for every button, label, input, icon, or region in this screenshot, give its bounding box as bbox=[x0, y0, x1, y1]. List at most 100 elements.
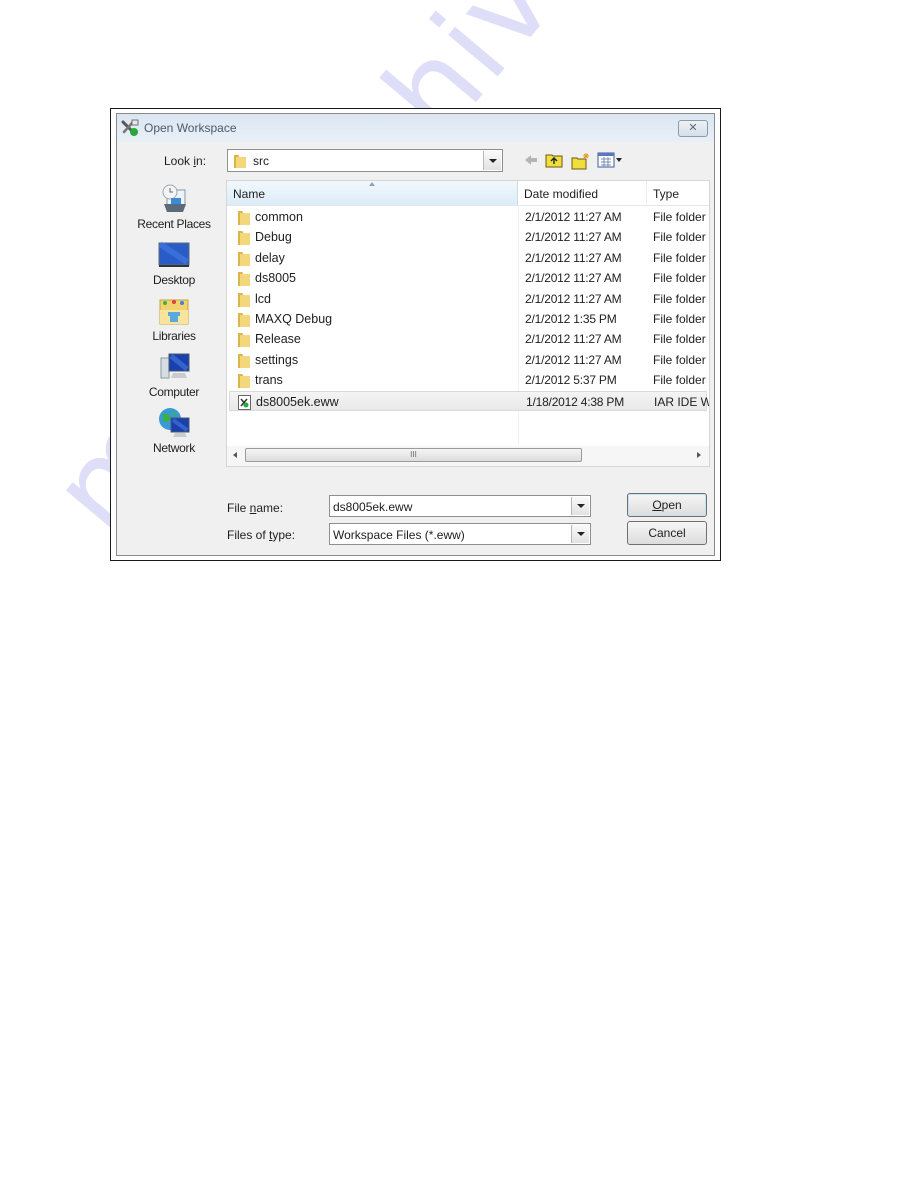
chevron-down-icon bbox=[488, 158, 497, 163]
horizontal-scrollbar[interactable]: III bbox=[227, 446, 709, 466]
file-row[interactable]: ds8005ek.eww 1/18/2012 4:38 PM IAR IDE W bbox=[229, 390, 710, 413]
place-label: Desktop bbox=[153, 273, 195, 287]
file-name-value: ds8005ek.eww bbox=[333, 500, 413, 514]
type-cell: File folder bbox=[653, 250, 706, 265]
folder-icon bbox=[237, 292, 251, 311]
network-icon bbox=[157, 406, 191, 440]
back-arrow-icon[interactable] bbox=[523, 152, 539, 173]
close-button[interactable]: ✕ bbox=[678, 120, 708, 137]
file-name-cell: MAXQ Debug bbox=[255, 312, 333, 326]
file-row[interactable]: MAXQ Debug 2/1/2012 1:35 PM File folder bbox=[229, 309, 707, 329]
iar-workspace-icon bbox=[121, 119, 141, 137]
file-name-cell: settings bbox=[255, 352, 299, 367]
file-row[interactable]: Release 2/1/2012 11:27 AM File folder bbox=[229, 329, 707, 349]
file-row[interactable]: delay 2/1/2012 11:27 AM File folder bbox=[229, 248, 707, 268]
folder-icon bbox=[237, 373, 251, 392]
folder-icon bbox=[237, 251, 251, 270]
file-type-label: Files of type: bbox=[227, 528, 296, 542]
recent-places-icon bbox=[157, 182, 191, 216]
file-name-dropdown-button[interactable] bbox=[571, 497, 589, 515]
desktop-icon bbox=[157, 238, 191, 272]
column-header-type[interactable]: Type bbox=[647, 181, 709, 205]
date-modified-cell: 2/1/2012 11:27 AM bbox=[525, 352, 622, 367]
sort-ascending-icon bbox=[369, 182, 375, 186]
file-name-cell: ds8005ek.eww bbox=[256, 394, 339, 409]
view-menu-icon[interactable] bbox=[597, 152, 623, 173]
date-modified-cell: 2/1/2012 5:37 PM bbox=[525, 373, 617, 388]
file-name-cell: trans bbox=[255, 373, 283, 388]
type-cell: File folder bbox=[653, 291, 706, 306]
folder-icon bbox=[237, 271, 251, 290]
folder-icon bbox=[232, 153, 248, 174]
scroll-left-icon[interactable] bbox=[233, 452, 237, 458]
type-cell: File folder bbox=[653, 352, 706, 367]
date-modified-cell: 1/18/2012 4:38 PM bbox=[526, 394, 625, 409]
folder-icon bbox=[237, 230, 251, 249]
look-in-value: src bbox=[253, 154, 269, 168]
file-name-cell: Debug bbox=[255, 230, 292, 245]
look-in-dropdown[interactable]: src bbox=[227, 149, 503, 172]
file-name-cell: Release bbox=[255, 332, 301, 347]
up-one-level-icon[interactable] bbox=[545, 152, 563, 173]
file-name-cell: common bbox=[255, 210, 303, 224]
libraries-icon bbox=[157, 294, 191, 328]
file-row[interactable]: settings 2/1/2012 11:27 AM File folder bbox=[229, 350, 707, 370]
cancel-button[interactable]: Cancel bbox=[627, 521, 707, 545]
file-type-value: Workspace Files (*.eww) bbox=[333, 528, 465, 542]
chevron-down-icon bbox=[576, 504, 585, 508]
file-row[interactable]: lcd 2/1/2012 11:27 AM File folder bbox=[229, 289, 707, 309]
file-name-cell: lcd bbox=[255, 291, 271, 306]
date-modified-cell: 2/1/2012 11:27 AM bbox=[525, 291, 622, 306]
list-header: Name Date modified Type bbox=[227, 181, 709, 206]
close-icon: ✕ bbox=[688, 122, 698, 134]
place-label: Libraries bbox=[152, 329, 196, 343]
folder-icon bbox=[237, 353, 251, 372]
file-list[interactable]: Name Date modified Type common 2/1/2012 1… bbox=[226, 180, 710, 467]
look-in-label: Look in: bbox=[164, 154, 207, 168]
file-type-select[interactable]: Workspace Files (*.eww) bbox=[329, 523, 591, 545]
workspace-file-icon bbox=[238, 394, 251, 413]
column-header-date-modified[interactable]: Date modified bbox=[518, 181, 647, 205]
place-label: Recent Places bbox=[137, 217, 211, 231]
column-header-name[interactable]: Name bbox=[227, 181, 518, 205]
file-row[interactable]: Debug 2/1/2012 11:27 AM File folder bbox=[229, 227, 707, 247]
places-bar: Recent Places Desktop Libraries Computer bbox=[123, 174, 225, 474]
new-folder-icon[interactable] bbox=[571, 152, 591, 175]
type-cell: File folder bbox=[653, 230, 706, 245]
file-row[interactable]: trans 2/1/2012 5:37 PM File folder bbox=[229, 370, 707, 390]
file-row[interactable]: ds8005 2/1/2012 11:27 AM File folder bbox=[229, 268, 707, 288]
place-label: Computer bbox=[148, 385, 200, 399]
scrollbar-thumb[interactable]: III bbox=[245, 448, 582, 462]
type-cell: File folder bbox=[653, 332, 706, 347]
look-in-dropdown-button[interactable] bbox=[483, 151, 501, 170]
scroll-right-icon[interactable] bbox=[697, 452, 701, 458]
dialog-title: Open Workspace bbox=[144, 121, 237, 135]
date-modified-cell: 2/1/2012 11:27 AM bbox=[525, 210, 622, 224]
open-button[interactable]: Open bbox=[627, 493, 707, 517]
file-name-label: File name: bbox=[227, 501, 284, 515]
title-bar[interactable]: Open Workspace ✕ bbox=[117, 114, 714, 142]
date-modified-cell: 2/1/2012 1:35 PM bbox=[525, 312, 617, 326]
file-row[interactable]: common 2/1/2012 11:27 AM File folder bbox=[229, 207, 707, 227]
file-name-input[interactable]: ds8005ek.eww bbox=[329, 495, 591, 517]
file-type-dropdown-button[interactable] bbox=[571, 525, 589, 543]
chevron-down-icon bbox=[576, 532, 585, 536]
place-label: Network bbox=[153, 441, 195, 455]
screenshot-frame: Open Workspace ✕ Look in: src Recent Pla… bbox=[110, 108, 721, 561]
type-cell: File folder bbox=[653, 271, 706, 286]
date-modified-cell: 2/1/2012 11:27 AM bbox=[525, 332, 622, 347]
place-desktop[interactable]: Desktop bbox=[123, 238, 225, 287]
type-cell: File folder bbox=[653, 312, 706, 326]
open-workspace-dialog: Open Workspace ✕ Look in: src Recent Pla… bbox=[116, 113, 715, 556]
date-modified-cell: 2/1/2012 11:27 AM bbox=[525, 230, 622, 245]
file-name-cell: ds8005 bbox=[255, 271, 297, 286]
place-libraries[interactable]: Libraries bbox=[123, 294, 225, 343]
place-network[interactable]: Network bbox=[123, 406, 225, 455]
file-name-cell: delay bbox=[255, 250, 285, 265]
folder-icon bbox=[237, 332, 251, 351]
place-computer[interactable]: Computer bbox=[123, 350, 225, 399]
computer-icon bbox=[157, 350, 191, 384]
type-cell: IAR IDE W bbox=[654, 394, 710, 409]
folder-icon bbox=[237, 312, 251, 331]
place-recent-places[interactable]: Recent Places bbox=[123, 182, 225, 231]
